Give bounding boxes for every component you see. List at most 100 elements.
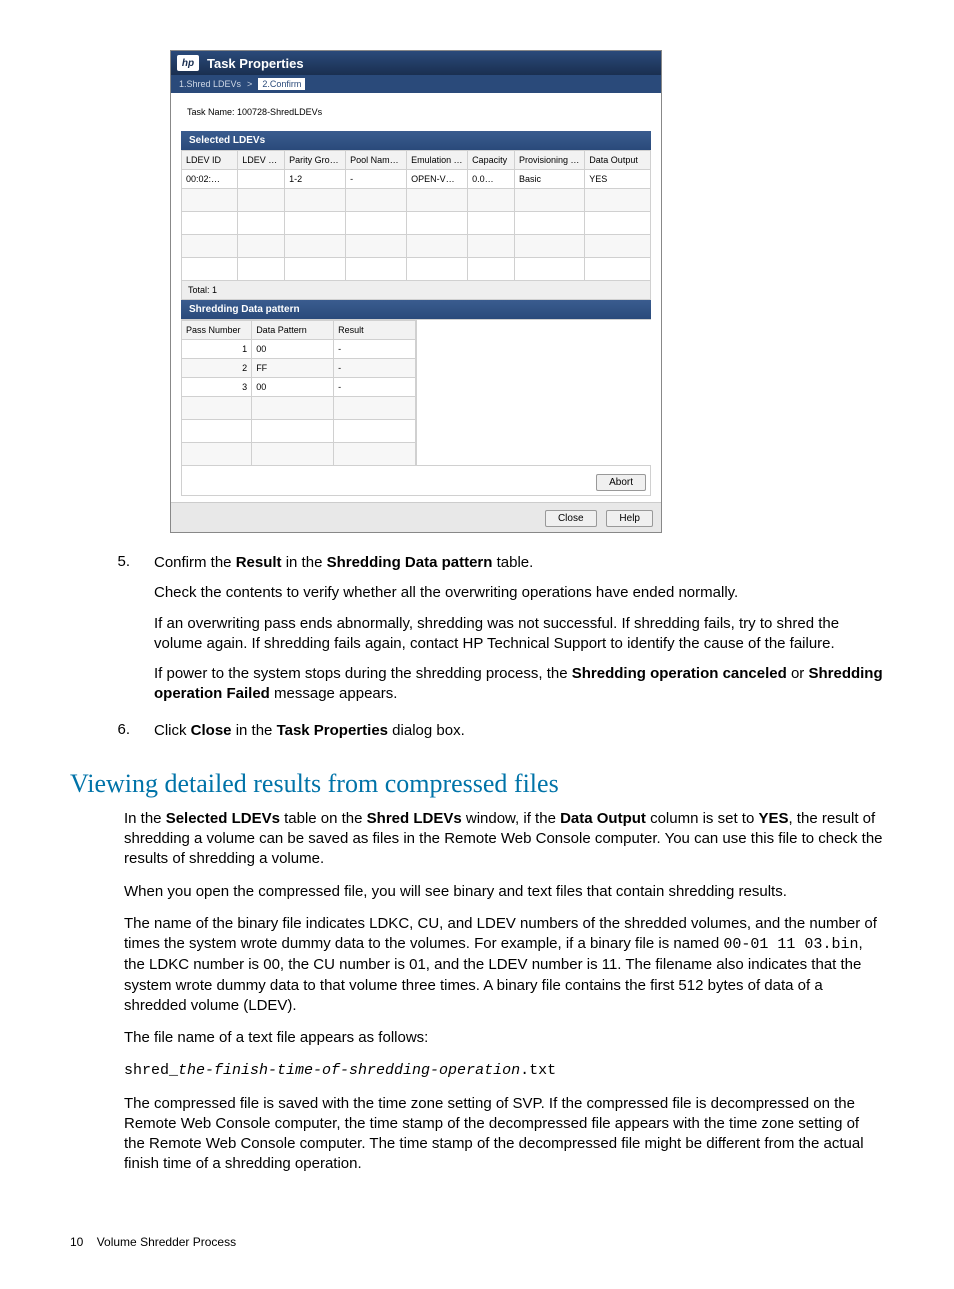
text-bold: Shred LDEVs (367, 810, 462, 827)
breadcrumb-step-current: 2.Confirm (258, 78, 305, 90)
col-header[interactable]: LDEV Name (238, 151, 285, 170)
paragraph: The name of the binary file indicates LD… (124, 914, 884, 1016)
text-bold: YES (758, 810, 788, 827)
selected-ldevs-table: LDEV ID LDEV Name Parity Group ID Pool N… (181, 150, 651, 281)
table-row (182, 189, 651, 212)
col-header[interactable]: Pass Number (182, 321, 252, 340)
col-header[interactable]: Data Pattern (252, 321, 334, 340)
text: in the (232, 722, 277, 739)
breadcrumb-separator: > (247, 79, 252, 89)
dialog-titlebar: hp Task Properties (171, 51, 661, 75)
table-row[interactable]: 2 FF - (182, 359, 416, 378)
task-name-value: 100728-ShredLDEVs (237, 107, 322, 117)
cell: 1-2 (285, 170, 346, 189)
step-number: 5. (70, 553, 154, 715)
shredding-pattern-header: Shredding Data pattern (181, 300, 651, 319)
text: in the (282, 554, 327, 571)
paragraph: The compressed file is saved with the ti… (124, 1094, 884, 1175)
page-footer: 10 Volume Shredder Process (70, 1235, 884, 1249)
cell: FF (252, 359, 334, 378)
task-name-label: Task Name: (187, 107, 235, 117)
cell: 3 (182, 378, 252, 397)
step-list: 5. Confirm the Result in the Shredding D… (70, 553, 884, 751)
table-row[interactable]: 3 00 - (182, 378, 416, 397)
selected-ldevs-header: Selected LDEVs (181, 131, 651, 150)
step-body: Click Close in the Task Properties dialo… (154, 721, 884, 751)
footer-title: Volume Shredder Process (97, 1235, 236, 1249)
cell: 0.0… (468, 170, 515, 189)
help-button[interactable]: Help (606, 510, 653, 527)
text-bold: Close (191, 722, 232, 739)
text: Confirm the (154, 554, 236, 571)
table-row (182, 397, 416, 420)
abort-button[interactable]: Abort (596, 474, 646, 491)
empty-panel (416, 320, 651, 466)
cell: - (334, 359, 416, 378)
dialog-body: Task Name: 100728-ShredLDEVs Selected LD… (171, 93, 661, 502)
step-number: 6. (70, 721, 154, 751)
selected-ldevs-total: Total: 1 (181, 281, 651, 300)
col-header[interactable]: Emulation Type (407, 151, 468, 170)
paragraph: The file name of a text file appears as … (124, 1028, 884, 1048)
cell: 00 (252, 340, 334, 359)
col-header[interactable]: Pool Name(ID) (346, 151, 407, 170)
close-button[interactable]: Close (545, 510, 597, 527)
dialog-footer: Close Help (171, 502, 661, 532)
task-properties-dialog: hp Task Properties 1.Shred LDEVs > 2.Con… (170, 50, 662, 533)
cell: 1 (182, 340, 252, 359)
col-header[interactable]: Provisioning Type (514, 151, 584, 170)
text: or (787, 665, 809, 682)
text-mono: shred_ (124, 1062, 178, 1079)
col-header[interactable]: LDEV ID (182, 151, 238, 170)
breadcrumb-step[interactable]: 1.Shred LDEVs (179, 79, 241, 89)
paragraph: In the Selected LDEVs table on the Shred… (124, 809, 884, 870)
text: dialog box. (388, 722, 465, 739)
text: If power to the system stops during the … (154, 665, 572, 682)
cell: - (346, 170, 407, 189)
cell (238, 170, 285, 189)
text: Check the contents to verify whether all… (154, 583, 884, 603)
text: In the (124, 810, 166, 827)
text-mono: .txt (520, 1062, 556, 1079)
text-bold: Shredding Data pattern (327, 554, 493, 571)
text-bold: Shredding operation canceled (572, 665, 787, 682)
section-heading: Viewing detailed results from compressed… (70, 769, 884, 799)
cell: 00:02:… (182, 170, 238, 189)
text: If an overwriting pass ends abnormally, … (154, 614, 884, 655)
text-bold: Task Properties (277, 722, 388, 739)
task-name-line: Task Name: 100728-ShredLDEVs (187, 107, 651, 117)
col-header[interactable]: Parity Group ID (285, 151, 346, 170)
table-row (182, 420, 416, 443)
text: Click (154, 722, 191, 739)
table-row[interactable]: 1 00 - (182, 340, 416, 359)
table-row (182, 235, 651, 258)
col-header[interactable]: Data Output (585, 151, 651, 170)
page-number: 10 (70, 1235, 83, 1249)
text-bold: Selected LDEVs (166, 810, 280, 827)
cell: Basic (514, 170, 584, 189)
code-line: shred_the-finish-time-of-shredding-opera… (124, 1060, 884, 1081)
text: column is set to (646, 810, 759, 827)
dialog-title: Task Properties (207, 56, 304, 71)
dialog-breadcrumb: 1.Shred LDEVs > 2.Confirm (171, 75, 661, 93)
table-row (182, 443, 416, 466)
cell: 00 (252, 378, 334, 397)
text-bold: Data Output (560, 810, 646, 827)
cell: OPEN-V… (407, 170, 468, 189)
cell: 2 (182, 359, 252, 378)
paragraph: When you open the compressed file, you w… (124, 882, 884, 902)
cell: YES (585, 170, 651, 189)
table-row[interactable]: 00:02:… 1-2 - OPEN-V… 0.0… Basic YES (182, 170, 651, 189)
cell: - (334, 378, 416, 397)
cell: - (334, 340, 416, 359)
text: message appears. (270, 685, 398, 702)
text-bold: Result (236, 554, 282, 571)
col-header[interactable]: Result (334, 321, 416, 340)
text: table on the (280, 810, 367, 827)
text: window, if the (462, 810, 560, 827)
col-header[interactable]: Capacity (468, 151, 515, 170)
text-mono-italic: the-finish-time-of-shredding-operation (178, 1062, 520, 1079)
shredding-pattern-table: Pass Number Data Pattern Result 1 00 - 2… (181, 320, 416, 466)
text: table. (492, 554, 533, 571)
table-row (182, 212, 651, 235)
